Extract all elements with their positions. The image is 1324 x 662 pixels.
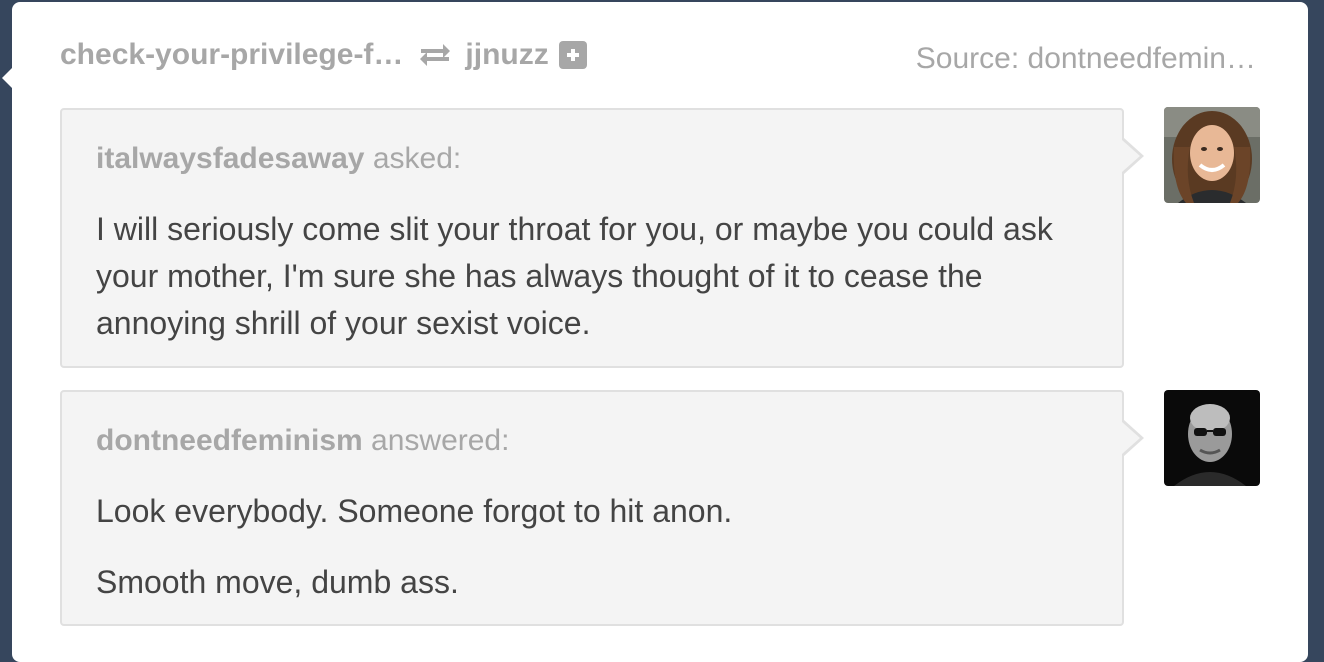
ask-byline: italwaysfadesaway asked:: [96, 142, 1088, 176]
reblog-icon: [420, 44, 451, 66]
answerer-username-link[interactable]: dontneedfeminism: [96, 424, 363, 457]
reblog-trail: check-your-privilege-f… jjnuzz: [60, 38, 587, 72]
answer-byline: dontneedfeminism answered:: [96, 424, 1088, 458]
blog-name-link[interactable]: check-your-privilege-f…: [60, 38, 403, 72]
answer-bubble: dontneedfeminism answered: Look everybod…: [60, 390, 1144, 626]
asker-avatar-image: [1164, 107, 1260, 203]
post-notch: [2, 68, 12, 88]
answered-label: answered:: [362, 424, 510, 457]
answerer-avatar-image: [1164, 390, 1260, 486]
source-link[interactable]: Source: dontneedfemin…: [916, 42, 1256, 76]
asked-label: asked:: [364, 142, 462, 175]
ask-bubble: italwaysfadesaway asked: I will seriousl…: [60, 108, 1144, 368]
asker-username-link[interactable]: italwaysfadesaway: [96, 142, 365, 175]
answer-paragraph: Smooth move, dumb ass.: [96, 564, 459, 600]
post-header: check-your-privilege-f… jjnuzz Source: d…: [60, 38, 1256, 78]
reblogger-link[interactable]: jjnuzz: [465, 38, 548, 72]
answer-paragraph: Look everybody. Someone forgot to hit an…: [96, 493, 733, 529]
answerer-avatar[interactable]: [1164, 390, 1260, 486]
post-card: check-your-privilege-f… jjnuzz Source: d…: [2, 2, 1308, 662]
asker-avatar[interactable]: [1164, 107, 1260, 203]
ask-message: I will seriously come slit your throat f…: [96, 211, 1053, 341]
plus-icon[interactable]: [558, 41, 587, 69]
